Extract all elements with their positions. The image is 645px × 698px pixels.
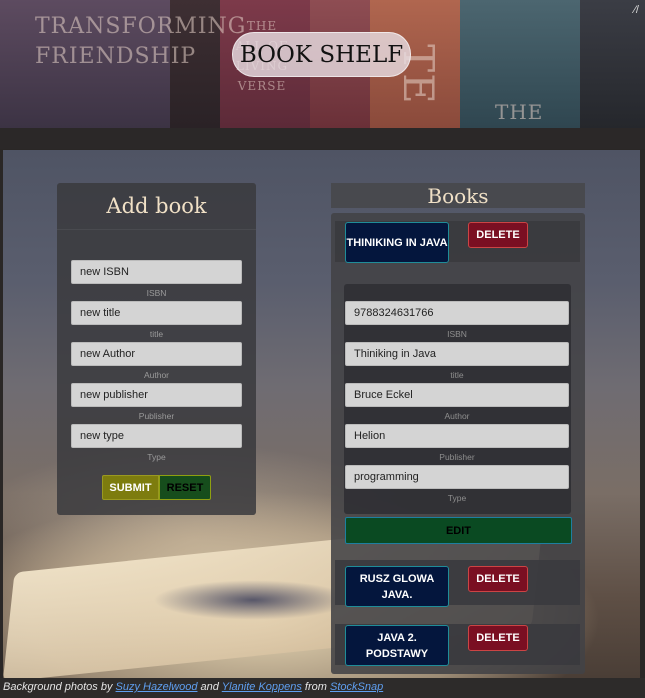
page-title: BOOK SHELF [232, 32, 411, 77]
submit-button[interactable]: SUBMIT [102, 475, 159, 500]
detail-type-input[interactable]: programming [345, 465, 569, 489]
header-banner: TRANSFORMING FRIENDSHIP THE ALL OF LIVIN… [0, 0, 645, 128]
credit-link-ylanite[interactable]: Ylanite Koppens [222, 681, 302, 693]
author-label: Author [143, 370, 170, 380]
author-input[interactable]: new Author [71, 342, 242, 366]
detail-isbn-label: ISBN [447, 329, 467, 339]
corner-mark: ⁄/ [634, 4, 639, 16]
publisher-label: Publisher [138, 411, 175, 421]
delete-button[interactable]: DELETE [468, 625, 528, 651]
book-spine-image [580, 0, 645, 128]
detail-publisher-label: Publisher [439, 452, 475, 462]
add-book-title: Add book [57, 183, 256, 230]
detail-isbn-input[interactable]: 9788324631766 [345, 301, 569, 325]
detail-author-label: Author [444, 411, 470, 421]
detail-author-input[interactable]: Bruce Eckel [345, 383, 569, 407]
footer-from: from [301, 681, 330, 693]
list-item: RUSZ GLOWA JAVA. DELETE [335, 560, 580, 607]
title-label: title [149, 329, 164, 339]
isbn-input[interactable]: new ISBN [71, 260, 242, 284]
spine-text: THE [495, 100, 544, 124]
delete-button[interactable]: DELETE [468, 566, 528, 592]
detail-publisher-input[interactable]: Helion [345, 424, 569, 448]
book-title-button[interactable]: JAVA 2. PODSTAWY [345, 625, 449, 666]
detail-title-label: title [450, 370, 464, 380]
book-title-button[interactable]: RUSZ GLOWA JAVA. [345, 566, 449, 607]
title-input[interactable]: new title [71, 301, 242, 325]
edit-button[interactable]: EDIT [345, 517, 572, 544]
book-title-button[interactable]: THINIKING IN JAVA [345, 222, 449, 263]
isbn-label: ISBN [146, 288, 167, 298]
list-item: THINIKING IN JAVA DELETE [335, 221, 580, 263]
delete-button[interactable]: DELETE [468, 222, 528, 248]
reset-button[interactable]: RESET [159, 475, 211, 500]
books-title: Books [331, 183, 585, 208]
list-item: JAVA 2. PODSTAWY DELETE [335, 624, 580, 666]
detail-title-input[interactable]: Thiniking in Java [345, 342, 569, 366]
type-label: Type [147, 452, 166, 462]
type-input[interactable]: new type [71, 424, 242, 448]
detail-type-label: Type [447, 493, 467, 503]
footer-and: and [197, 681, 222, 693]
book-detail-form: 9788324631766 ISBN Thiniking in Java tit… [344, 284, 571, 514]
add-book-panel: Add book new ISBN ISBN new title title n… [57, 183, 256, 515]
header-divider [0, 128, 645, 149]
lavender-image [153, 580, 353, 620]
publisher-input[interactable]: new publisher [71, 383, 242, 407]
credit-link-suzy[interactable]: Suzy Hazelwood [116, 681, 198, 693]
stocksnap-link[interactable]: StockSnap [330, 681, 383, 693]
footer-prefix: Background photos by [3, 681, 116, 693]
spine-text: TRANSFORMING FRIENDSHIP [35, 14, 247, 69]
photo-credit-footer: Background photos by Suzy Hazelwood and … [0, 678, 645, 698]
